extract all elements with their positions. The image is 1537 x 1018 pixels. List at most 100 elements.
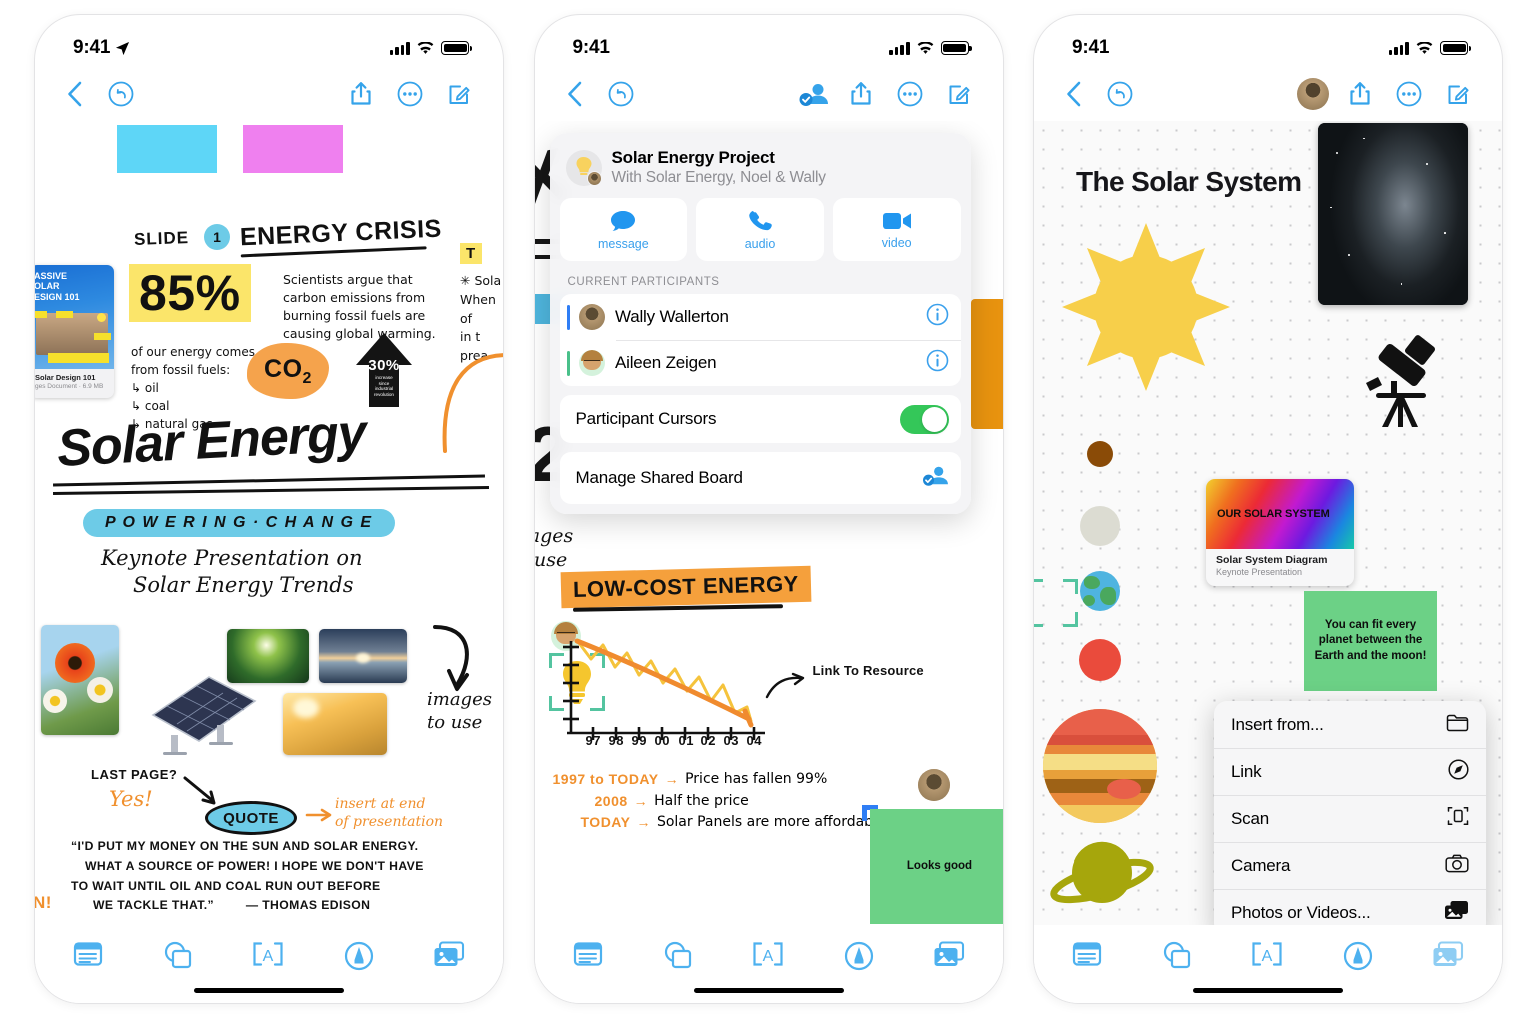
info-circle-icon[interactable] <box>926 349 949 377</box>
message-action-label: message <box>597 236 649 251</box>
manage-shared-board-label: Manage Shared Board <box>575 468 743 487</box>
edge-note-left: N! <box>35 893 52 912</box>
media-tool-button[interactable] <box>933 941 965 973</box>
more-button[interactable] <box>1395 80 1423 108</box>
chart-heading: LOW-COST ENERGY <box>560 565 811 612</box>
manage-shared-board-row[interactable]: Manage Shared Board <box>559 452 961 504</box>
galaxy-photo[interactable] <box>1318 123 1468 305</box>
board-title[interactable]: The Solar System <box>1076 166 1302 198</box>
menu-item-link[interactable]: Link <box>1214 748 1486 795</box>
document-card[interactable]: ASSIVE OLAR ESIGN 101 Solar Design 101 g… <box>35 265 114 399</box>
planet-earth[interactable] <box>1080 571 1120 611</box>
document-meta: Solar Design 101 ges Document · 6.9 MB <box>35 373 104 390</box>
share-button[interactable] <box>848 80 874 108</box>
media-tool-button[interactable] <box>433 941 465 973</box>
solar-panel-illustration <box>143 669 263 755</box>
collaborate-button[interactable] <box>798 80 830 108</box>
undo-button[interactable] <box>1106 80 1134 108</box>
quote-bubble[interactable]: QUOTE <box>205 801 297 835</box>
participant-cursors-row[interactable]: Participant Cursors <box>559 395 961 443</box>
audio-action-button[interactable]: audio <box>696 198 824 261</box>
video-camera-icon <box>882 212 911 229</box>
back-button[interactable] <box>565 80 585 108</box>
x-tick: 01 <box>678 733 694 748</box>
sticky-note-looks-good[interactable]: Looks good <box>869 809 1003 924</box>
draw-tool-button[interactable] <box>1343 941 1373 976</box>
text-tool-button[interactable]: A <box>1250 941 1284 972</box>
growth-arrow-badge: 30% increase since industrial revolution <box>353 331 415 409</box>
compose-button[interactable] <box>946 81 973 108</box>
home-indicator <box>1193 988 1343 993</box>
message-action-button[interactable]: message <box>559 198 688 261</box>
video-action-label: video <box>881 235 912 250</box>
text-tool-button[interactable]: A <box>751 941 785 972</box>
back-button[interactable] <box>65 80 85 108</box>
menu-item-camera[interactable]: Camera <box>1214 842 1486 889</box>
photo-field[interactable] <box>283 693 387 755</box>
participant-row-aileen[interactable]: Aileen Zeigen <box>560 340 961 386</box>
planet-mercury[interactable] <box>1087 441 1113 467</box>
compose-button[interactable] <box>446 81 473 108</box>
planet-venus[interactable] <box>1080 506 1120 546</box>
keynote-card[interactable]: OUR SOLAR SYSTEM Solar System Diagram Ke… <box>1206 479 1354 586</box>
shapes-tool-button[interactable] <box>1161 941 1191 974</box>
note-tool-button[interactable] <box>573 941 603 972</box>
menu-item-photos-or-videos[interactable]: Photos or Videos... <box>1214 889 1486 925</box>
sticky-pink-block[interactable] <box>243 125 343 173</box>
media-tool-button[interactable] <box>1432 941 1464 973</box>
participant-cursors-toggle[interactable] <box>899 404 949 434</box>
photo-sunset-lake[interactable] <box>319 629 407 683</box>
draw-tool-button[interactable] <box>344 941 374 976</box>
collaborator-avatar[interactable] <box>1297 78 1329 110</box>
link-annotation-label[interactable]: Link To Resource <box>813 663 924 678</box>
status-time: 9:41 <box>73 37 111 58</box>
undo-button[interactable] <box>607 80 635 108</box>
menu-item-scan[interactable]: Scan <box>1214 795 1486 842</box>
keynote-card-subtitle: Keynote Presentation <box>1216 567 1303 577</box>
info-circle-icon[interactable] <box>926 303 949 331</box>
note-tool-button[interactable] <box>1072 941 1102 972</box>
whiteboard-canvas-2[interactable]: X 2 nages o use LO <box>534 121 1003 925</box>
bottom-toolbar-2: A <box>534 925 1003 1003</box>
nav-toolbar <box>1034 67 1502 121</box>
participant-row-wally[interactable]: Wally Wallerton <box>560 294 961 340</box>
menu-item-insert-from[interactable]: Insert from... <box>1214 701 1486 748</box>
shapes-tool-button[interactable] <box>162 941 192 974</box>
cellular-bars-icon <box>389 42 410 55</box>
note-key: 1997 to TODAY <box>552 771 659 787</box>
cellular-bars-icon <box>1388 42 1409 55</box>
draw-tool-button[interactable] <box>844 941 874 976</box>
photo-flower[interactable] <box>41 625 119 735</box>
participants-section-label: CURRENT PARTICIPANTS <box>567 276 720 288</box>
text-tool-button[interactable]: A <box>251 941 285 972</box>
more-button[interactable] <box>396 80 424 108</box>
keynote-card-art: OUR SOLAR SYSTEM <box>1206 479 1354 549</box>
undo-button[interactable] <box>107 80 135 108</box>
sticky-blue-block[interactable] <box>117 125 217 173</box>
telescope-icon[interactable] <box>1362 333 1452 429</box>
video-action-button[interactable]: video <box>832 198 961 261</box>
sun-illustration[interactable] <box>1060 221 1232 393</box>
photos-stack-icon <box>1444 900 1469 925</box>
note-tool-button[interactable] <box>73 941 103 972</box>
shapes-tool-button[interactable] <box>662 941 692 974</box>
phone-panel-board: 9:41 SLIDE 1 ENERGY CRISIS 85% Scientist… <box>34 14 504 1004</box>
share-button[interactable] <box>348 80 374 108</box>
selection-handles-object[interactable] <box>1034 579 1078 627</box>
document-scan-icon <box>1447 805 1469 832</box>
planet-mars[interactable] <box>1079 639 1121 681</box>
whiteboard-canvas-1[interactable]: SLIDE 1 ENERGY CRISIS 85% Scientists arg… <box>35 121 503 925</box>
more-button[interactable] <box>896 80 924 108</box>
share-button[interactable] <box>1347 80 1373 108</box>
x-tick: 03 <box>723 733 739 748</box>
back-button[interactable] <box>1064 80 1084 108</box>
participants-list: Wally Wallerton Aileen Zeigen <box>559 294 961 386</box>
board-subtitle: Keynote Presentation on Solar Energy Tre… <box>101 546 363 597</box>
planet-saturn[interactable] <box>1050 839 1154 911</box>
whiteboard-canvas-3[interactable]: The Solar System OUR SOLAR SYSTEM Solar … <box>1034 121 1502 925</box>
keynote-card-art-text: OUR SOLAR SYSTEM <box>1217 508 1330 520</box>
compose-button[interactable] <box>1445 81 1472 108</box>
board-tagline: P O W E R I N G · C H A N G E <box>83 509 395 537</box>
planet-jupiter[interactable] <box>1043 709 1157 823</box>
sticky-note-fact[interactable]: You can fit every planet between the Ear… <box>1304 591 1437 691</box>
